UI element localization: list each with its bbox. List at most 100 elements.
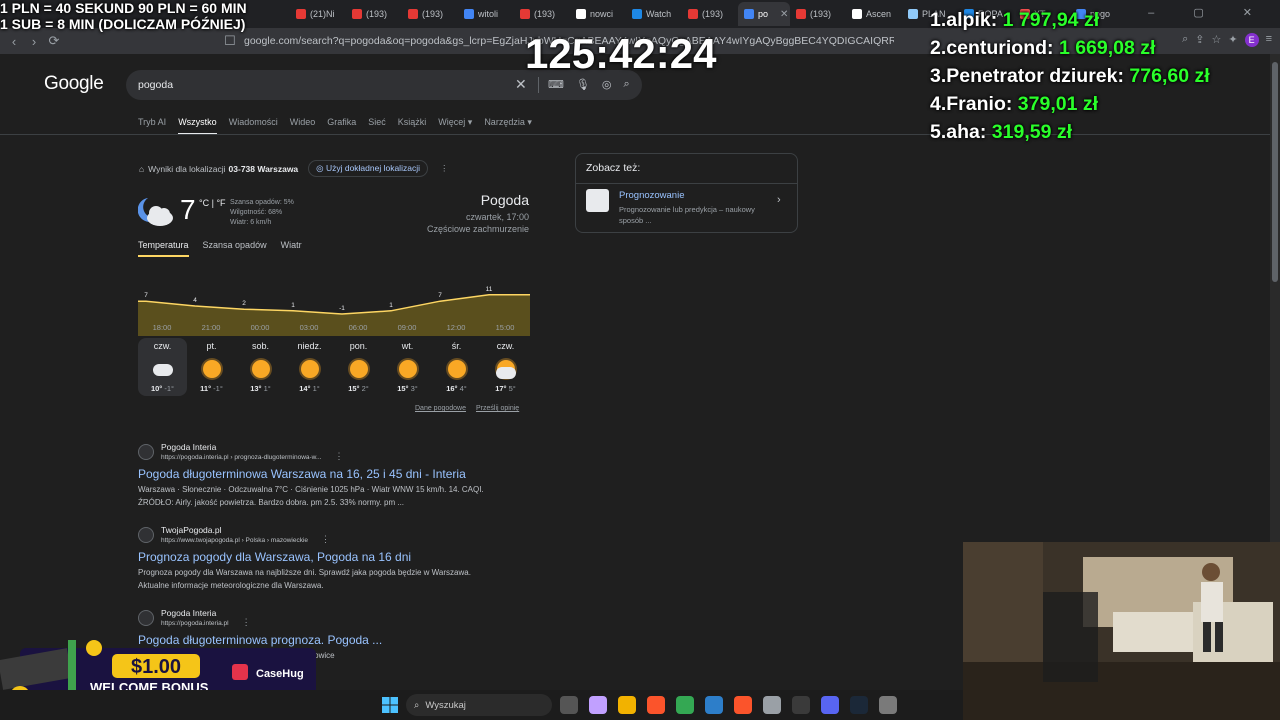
forecast-day[interactable]: pt. 11° -1°	[187, 338, 236, 396]
search-tab[interactable]: Grafika	[327, 117, 356, 135]
search-tab[interactable]: Sieć	[368, 117, 386, 135]
browser-tab[interactable]: witoli	[458, 2, 514, 26]
day-temps: 11° -1°	[200, 384, 223, 393]
day-low: -1°	[164, 384, 175, 393]
unit-toggle[interactable]: °C | °F	[199, 198, 226, 208]
see-also-link[interactable]: Prognozowanie	[619, 190, 685, 201]
weather-datetime: czwartek, 17:00	[465, 212, 529, 222]
tab-label: nowci	[590, 9, 614, 19]
result-options-icon[interactable]: ⋮	[321, 534, 330, 545]
bookmark-icon[interactable]: ☐	[220, 33, 240, 49]
taskbar-app-icon[interactable]	[705, 696, 723, 714]
forecast-day[interactable]: niedz. 14° 1°	[285, 338, 334, 396]
forecast-day[interactable]: czw. 10° -1°	[138, 338, 187, 396]
forecast-day[interactable]: czw. 17° 5°	[481, 338, 530, 396]
weather-tab[interactable]: Szansa opadów	[203, 240, 267, 257]
day-temps: 10° -1°	[151, 384, 174, 393]
site-favicon-icon	[138, 610, 154, 626]
lens-icon[interactable]: ◎	[602, 78, 612, 91]
donor-name: aha:	[946, 121, 987, 143]
browser-tab[interactable]: (193)	[346, 2, 402, 26]
sun-shape	[349, 360, 368, 378]
result-options-icon[interactable]: ⋮	[242, 617, 251, 628]
taskbar-search[interactable]: ⌕ Wyszukaj	[406, 694, 552, 716]
scrollbar-thumb[interactable]	[1272, 62, 1278, 282]
site-url: https://pogoda.interia.pl › prognoza-dlu…	[161, 454, 322, 461]
forward-icon[interactable]: ›	[24, 34, 44, 49]
result-source[interactable]: Pogoda Interia https://pogoda.interia.pl …	[138, 442, 558, 462]
weather-tab[interactable]: Temperatura	[138, 240, 189, 257]
keyboard-icon[interactable]: ⌨	[548, 78, 564, 91]
reload-icon[interactable]: ⟳	[44, 33, 64, 49]
taskbar-app-icon[interactable]	[850, 696, 868, 714]
temperature-point-label: -1	[339, 305, 345, 312]
result-title-link[interactable]: Prognoza pogody dla Warszawa, Pogoda na …	[138, 548, 558, 566]
browser-tab[interactable]: (21)Ni	[290, 2, 346, 26]
forecast-thumbnail[interactable]	[586, 189, 609, 212]
browser-tab[interactable]: Ascen	[846, 2, 902, 26]
forecast-day[interactable]: sob. 13° 1°	[236, 338, 285, 396]
taskbar-app-icon[interactable]	[676, 696, 694, 714]
day-temps: 15° 2°	[348, 384, 369, 393]
result-source[interactable]: Pogoda Interia https://pogoda.interia.pl ⋮	[138, 608, 558, 628]
precip-chance: Szansa opadów: 5%	[230, 199, 294, 206]
result-source[interactable]: TwojaPogoda.pl https://www.twojapogoda.pl…	[138, 525, 558, 545]
search-tab[interactable]: Wiadomości	[229, 117, 278, 135]
close-tab-icon[interactable]: ✕	[780, 9, 788, 20]
day-high: 17°	[495, 384, 507, 393]
hour-label: 06:00	[348, 323, 368, 332]
feedback-link[interactable]: Prześlij opinię	[476, 405, 519, 412]
taskbar-app-icon[interactable]	[792, 696, 810, 714]
more-options-icon[interactable]: ⋮	[440, 163, 449, 174]
taskbar-apps	[560, 696, 897, 714]
result-options-icon[interactable]: ⋮	[334, 451, 343, 462]
forecast-day[interactable]: pon. 15° 2°	[334, 338, 383, 396]
browser-tab[interactable]: (193)	[790, 2, 846, 26]
search-icon[interactable]: ⌕	[623, 78, 629, 91]
result-meta: Pogoda Interia https://pogoda.interia.pl	[161, 608, 229, 628]
search-tab[interactable]: Wideo	[290, 117, 316, 135]
result-title-link[interactable]: Pogoda długoterminowa Warszawa na 16, 25…	[138, 465, 558, 483]
precise-location-button[interactable]: ◎ Użyj dokładnej lokalizacji	[308, 160, 428, 177]
profile-avatar[interactable]: E	[1244, 33, 1259, 47]
taskbar-app-icon[interactable]	[821, 696, 839, 714]
browser-tab[interactable]: (193)	[682, 2, 738, 26]
browser-tab[interactable]: nowci	[570, 2, 626, 26]
browser-tab[interactable]: Watch	[626, 2, 682, 26]
taskbar-app-icon[interactable]	[879, 696, 897, 714]
temperature-point-label: 4	[193, 297, 197, 304]
weather-tab[interactable]: Wiatr	[281, 240, 302, 257]
search-tab[interactable]: Wszystko	[178, 117, 217, 135]
mic-icon[interactable]: 🎙	[576, 78, 590, 91]
browser-tab[interactable]: (193)	[514, 2, 570, 26]
google-logo[interactable]: Google	[44, 73, 104, 95]
forecast-day[interactable]: wt. 15° 3°	[383, 338, 432, 396]
day-name: czw.	[496, 341, 515, 351]
star-icon[interactable]: ☆	[1211, 33, 1221, 47]
search-result: TwojaPogoda.pl https://www.twojapogoda.pl…	[138, 525, 558, 592]
sun-shape	[300, 360, 319, 378]
search-tab[interactable]: Tryb AI	[138, 117, 166, 135]
extensions-icon[interactable]: ✦	[1228, 33, 1237, 47]
back-icon[interactable]: ‹	[4, 34, 24, 49]
taskbar-app-icon[interactable]	[618, 696, 636, 714]
forecast-day[interactable]: śr. 16° 4°	[432, 338, 481, 396]
menu-icon[interactable]: ≡	[1266, 33, 1272, 47]
weather-data-link[interactable]: Dane pogodowe	[415, 405, 466, 412]
browser-tab[interactable]: po ✕	[738, 2, 790, 26]
see-also-panel: Zobacz też: Prognozowanie Prognozowanie …	[575, 153, 798, 233]
browser-tab[interactable]: (193)	[402, 2, 458, 26]
taskbar-app-icon[interactable]	[589, 696, 607, 714]
taskbar-app-icon[interactable]	[647, 696, 665, 714]
day-low: 4°	[459, 384, 467, 393]
search-tab[interactable]: Więcej ▾	[438, 117, 472, 135]
search-tab[interactable]: Narzędzia ▾	[484, 117, 532, 135]
chevron-right-icon[interactable]: ›	[777, 194, 781, 206]
weather-subtitle: czwartek, 17:00 Częściowe zachmurzenie	[427, 211, 529, 235]
search-tab[interactable]: Książki	[398, 117, 427, 135]
clear-icon[interactable]: ✕	[515, 76, 527, 93]
windows-start-icon[interactable]	[382, 697, 398, 713]
taskbar-app-icon[interactable]	[763, 696, 781, 714]
taskbar-app-icon[interactable]	[734, 696, 752, 714]
taskbar-app-icon[interactable]	[560, 696, 578, 714]
